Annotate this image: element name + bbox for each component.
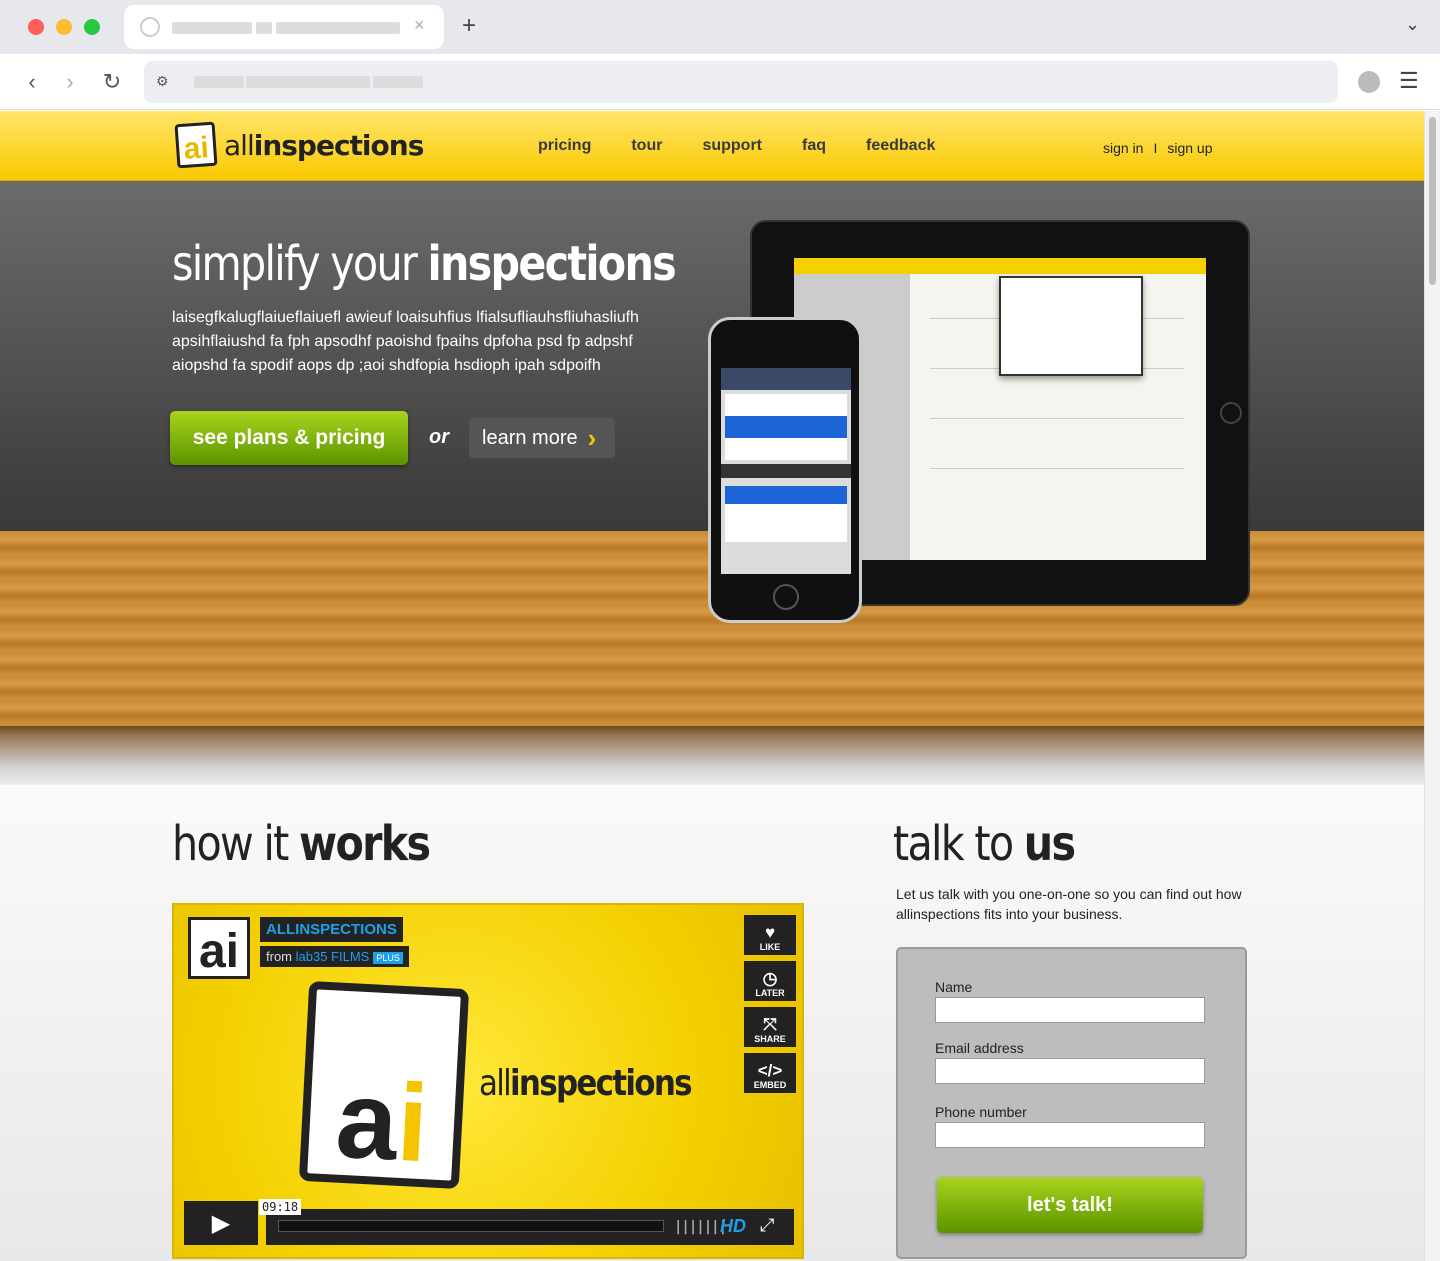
iphone-home-button: [773, 584, 799, 610]
email-label: Email address: [935, 1040, 1024, 1056]
nav-pricing-link[interactable]: pricing: [538, 137, 591, 155]
play-icon: ▶: [211, 1209, 231, 1237]
logo-wordmark: allinspections: [224, 128, 424, 162]
chevron-right-icon: ›: [587, 422, 597, 453]
see-plans-pricing-button[interactable]: see plans & pricing: [170, 411, 408, 465]
video-control-bar: ||||||| HD ⤢: [266, 1209, 794, 1245]
hd-toggle[interactable]: HD: [720, 1216, 746, 1237]
talk-to-us-heading: talk to us: [893, 816, 1076, 872]
video-share-button[interactable]: ⤧ SHARE: [744, 1007, 796, 1047]
clock-icon: ◷: [762, 969, 778, 988]
or-label: or: [429, 426, 449, 448]
close-window-button[interactable]: [28, 19, 44, 35]
video-play-button[interactable]: ▶: [184, 1201, 258, 1245]
auth-separator: I: [1153, 140, 1158, 156]
learn-more-label: learn more: [482, 426, 578, 449]
video-action-buttons: ♥ LIKE ◷ LATER ⤧ SHARE </> EMBED: [744, 915, 796, 1093]
video-player[interactable]: ai ALLINSPECTIONS from lab35 FILMS PLUS ♥…: [172, 903, 804, 1259]
logo-mark: ai: [174, 121, 218, 169]
auth-links: sign in Isign up: [1103, 140, 1213, 156]
reload-icon[interactable]: ↻: [98, 68, 126, 96]
heart-icon: ♥: [764, 923, 776, 942]
menu-icon[interactable]: ☰: [1399, 68, 1419, 94]
site-settings-icon[interactable]: ⚙: [156, 73, 169, 90]
hero-headline: simplify your inspections: [172, 236, 677, 292]
video-wordmark: allinspections: [479, 1063, 693, 1104]
back-icon[interactable]: ‹: [18, 68, 46, 96]
video-embed-button[interactable]: </> EMBED: [744, 1053, 796, 1093]
new-tab-icon[interactable]: +: [462, 12, 476, 40]
video-duration: 09:18: [259, 1199, 302, 1215]
video-author-link[interactable]: lab35 FILMS: [296, 949, 370, 964]
nav-support-link[interactable]: support: [702, 137, 762, 155]
minimize-window-button[interactable]: [56, 19, 72, 35]
page-scrollbar[interactable]: [1424, 111, 1440, 1261]
sign-in-link[interactable]: sign in: [1103, 140, 1143, 156]
main-nav: pricing tour support faq feedback: [538, 137, 935, 155]
video-later-button[interactable]: ◷ LATER: [744, 961, 796, 1001]
sign-up-link[interactable]: sign up: [1167, 140, 1212, 156]
video-channel-logo: ai: [188, 917, 250, 979]
wood-edge-shadow: [0, 726, 1424, 786]
video-channel-title[interactable]: ALLINSPECTIONS: [260, 917, 403, 942]
tab-list-chevron-icon[interactable]: ⌄: [1405, 14, 1420, 35]
contact-form: Name Email address Phone number let's ta…: [896, 947, 1247, 1259]
ipad-home-button: [1220, 402, 1242, 424]
how-it-works-heading: how it works: [172, 816, 431, 872]
hero-description: laisegfkalugflaiueflaiuefl awieuf loaisu…: [172, 309, 639, 374]
nav-feedback-link[interactable]: feedback: [866, 137, 935, 155]
site-logo[interactable]: ai allinspections: [174, 121, 424, 169]
url-placeholder: [373, 76, 423, 88]
share-icon: ⤧: [763, 1015, 777, 1034]
phone-label: Phone number: [935, 1104, 1027, 1120]
close-tab-icon[interactable]: ×: [414, 15, 425, 36]
page-viewport: ai allinspections pricing tour support f…: [0, 111, 1424, 1261]
tab-title-placeholder: [276, 22, 400, 34]
talk-description: Let us talk with you one-on-one so you c…: [896, 886, 1242, 922]
browser-chrome: × + ⌄ ‹ › ↻ ⚙ ☰: [0, 0, 1440, 110]
tab-title-placeholder: [256, 22, 272, 34]
video-progress-track[interactable]: [278, 1220, 664, 1232]
nav-faq-link[interactable]: faq: [802, 137, 826, 155]
iphone-screen: [721, 368, 851, 574]
hero-section: simplify your inspections laisegfkalugfl…: [0, 181, 1424, 786]
volume-icon[interactable]: |||||||: [674, 1219, 727, 1235]
tab-bar: × + ⌄: [0, 0, 1440, 54]
url-placeholder: [246, 76, 370, 88]
forward-icon[interactable]: ›: [56, 68, 84, 96]
name-field[interactable]: [935, 997, 1205, 1023]
site-header: ai allinspections pricing tour support f…: [0, 111, 1424, 181]
email-field[interactable]: [935, 1058, 1205, 1084]
address-bar[interactable]: ⚙: [144, 61, 1338, 103]
lets-talk-button[interactable]: let's talk!: [937, 1177, 1203, 1233]
nav-tour-link[interactable]: tour: [631, 137, 662, 155]
fullscreen-icon[interactable]: ⤢: [760, 1215, 774, 1236]
iphone-illustration: [708, 317, 862, 623]
video-byline: from lab35 FILMS PLUS: [260, 946, 409, 967]
plus-badge: PLUS: [373, 952, 403, 964]
tab-favicon-icon: [140, 17, 160, 37]
tab-title-placeholder: [172, 22, 252, 34]
video-like-button[interactable]: ♥ LIKE: [744, 915, 796, 955]
name-label: Name: [935, 979, 973, 995]
profile-avatar[interactable]: [1358, 71, 1380, 93]
url-placeholder: [194, 76, 244, 88]
browser-tab[interactable]: ×: [124, 5, 444, 49]
maximize-window-button[interactable]: [84, 19, 100, 35]
learn-more-button[interactable]: learn more ›: [469, 418, 615, 458]
video-clipboard-logo: ai: [298, 980, 470, 1190]
scrollbar-thumb[interactable]: [1429, 117, 1436, 285]
phone-field[interactable]: [935, 1122, 1205, 1148]
embed-code-icon: </>: [757, 1061, 783, 1080]
